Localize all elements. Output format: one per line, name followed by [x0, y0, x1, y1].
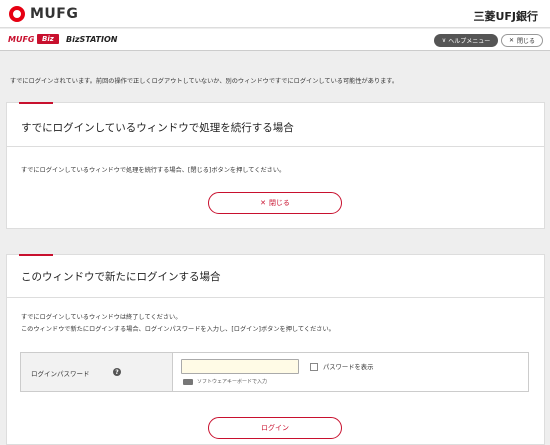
continue-section: すでにログインしているウィンドウで処理を続行する場合 すでにログインしているウィ… [6, 102, 545, 229]
password-label: ログインパスワード [31, 370, 90, 378]
brand-mufg: MUFG [8, 35, 35, 44]
show-password-toggle[interactable]: パスワードを表示 [310, 362, 373, 371]
login-notice: すでにログインされています。前回の操作で正しくログアウトしていないか、別のウィン… [10, 78, 399, 85]
top-header: MUFG 三菱UFJ銀行 [0, 0, 550, 28]
brand-biz: Biz [37, 34, 59, 44]
password-input-cell: ソフトウェアキーボードで入力 パスワードを表示 [173, 353, 528, 391]
close-button-label: 閉じる [268, 199, 290, 207]
mufg-logo: MUFG [9, 6, 78, 22]
help-menu-label: ヘルプメニュー [448, 38, 491, 45]
login-button-label: ログイン [261, 424, 289, 432]
show-password-label: パスワードを表示 [323, 364, 374, 371]
software-keyboard-label: ソフトウェアキーボードで入力 [197, 379, 268, 385]
mufg-logo-icon [9, 6, 25, 22]
password-form: ログインパスワード ? ソフトウェアキーボードで入力 パスワードを表示 [20, 352, 529, 392]
section-accent-bar [19, 102, 53, 104]
login-button[interactable]: ログイン [208, 417, 342, 439]
logo-text: MUFG [30, 6, 79, 22]
new-login-section-title: このウィンドウで新たにログインする場合 [21, 271, 221, 283]
software-keyboard-link[interactable]: ソフトウェアキーボードで入力 [183, 378, 267, 385]
password-label-cell: ログインパスワード ? [21, 353, 173, 391]
brand-bizstation: BizSTATION [66, 35, 118, 44]
close-window-button[interactable]: ✕ 閉じる [501, 34, 543, 47]
bank-name: 三菱UFJ銀行 [473, 10, 538, 23]
chevron-down-icon: ∨ [441, 37, 447, 44]
close-window-label: 閉じる [517, 38, 536, 45]
new-login-description-line1: すでにログインしているウィンドウは終了してください。 [21, 314, 182, 321]
continue-section-description: すでにログインしているウィンドウで処理を続行する場合、[閉じる]ボタンを押してく… [21, 167, 286, 174]
section-divider [7, 146, 544, 147]
keyboard-icon [183, 378, 193, 385]
help-icon[interactable]: ? [113, 368, 121, 376]
help-menu-button[interactable]: ∨ ヘルプメニュー [434, 34, 498, 47]
section-accent-bar [19, 254, 53, 256]
new-login-section: このウィンドウで新たにログインする場合 すでにログインしているウィンドウは終了し… [6, 254, 545, 445]
continue-section-title: すでにログインしているウィンドウで処理を続行する場合 [21, 122, 294, 134]
close-icon: ✕ [260, 199, 266, 207]
new-login-description-line2: このウィンドウで新たにログインする場合、ログインパスワードを入力し、[ログイン]… [21, 326, 335, 333]
show-password-checkbox[interactable] [310, 362, 318, 371]
password-input[interactable] [181, 359, 299, 374]
close-button[interactable]: ✕ 閉じる [208, 192, 342, 214]
section-divider [7, 297, 544, 298]
close-icon: ✕ [508, 37, 514, 44]
sub-header: MUFG Biz BizSTATION ∨ ヘルプメニュー ✕ 閉じる [0, 29, 550, 51]
